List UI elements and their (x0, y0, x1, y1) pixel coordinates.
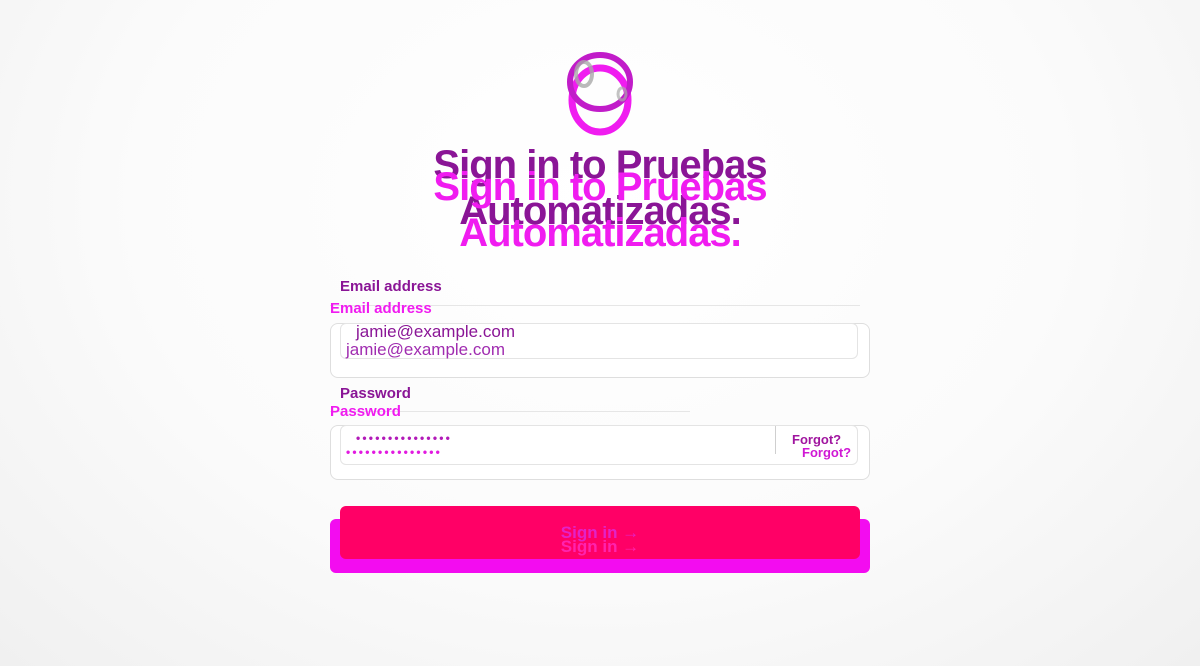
title-line-1-shadow: Sign in to Pruebas (433, 165, 767, 209)
page-title-shadow: Sign in to Pruebas Automatizadas. (0, 164, 1200, 256)
password-value: ••••••••••••••• (356, 431, 453, 445)
title-line-2-shadow: Automatizadas. (459, 211, 742, 255)
email-value: jamie@example.com (356, 322, 515, 341)
password-label-shadow: Password (330, 403, 401, 420)
email-label: Email address (340, 278, 442, 295)
sign-in-page: Sign in to Pruebas Automatizadas. Sign i… (0, 0, 1200, 666)
email-label-shadow: Email address (330, 300, 432, 317)
password-field-divider (775, 426, 776, 454)
password-label: Password (340, 385, 411, 402)
forgot-password-link-shadow: Forgot? (802, 445, 852, 460)
logo-icon (567, 52, 633, 136)
sign-in-button-label-shadow: Sign in → (560, 537, 640, 556)
password-value-shadow: ••••••••••••••• (346, 445, 443, 459)
email-value-shadow: jamie@example.com (346, 340, 505, 359)
